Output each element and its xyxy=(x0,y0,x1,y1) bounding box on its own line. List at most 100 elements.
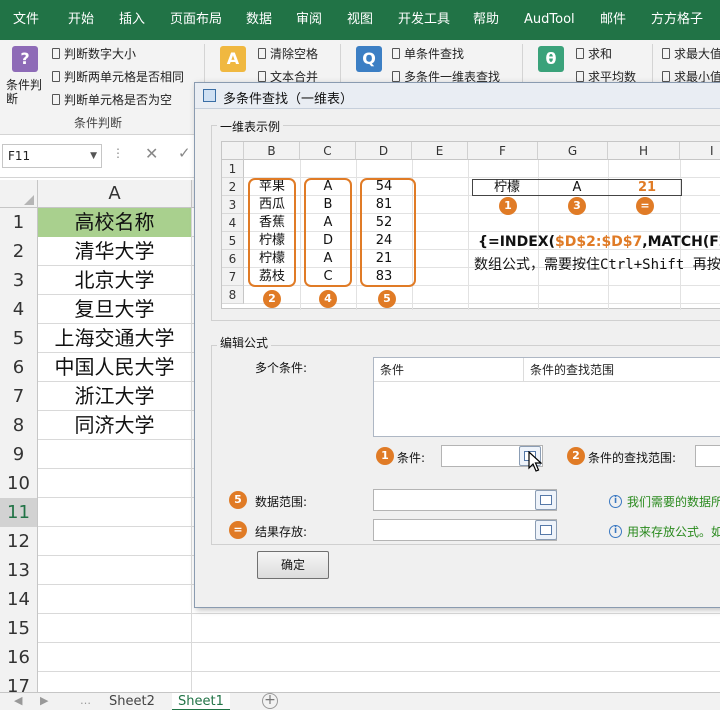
ribbon-item-judge-same[interactable]: 判断两单元格是否相同 xyxy=(52,68,184,85)
result-hint: 用来存放公式。如 xyxy=(627,525,720,539)
cell-a[interactable]: 清华大学 xyxy=(38,237,192,266)
mini-cell xyxy=(356,160,412,178)
tab-view[interactable]: 视图 xyxy=(347,0,373,40)
tab-audtool[interactable]: AudTool xyxy=(524,0,575,40)
cell-a[interactable]: 上海交通大学 xyxy=(38,324,192,353)
column-header-a[interactable]: A xyxy=(38,180,192,208)
condition-judge-icon[interactable]: ? xyxy=(12,46,38,72)
badge-5: 5 xyxy=(378,290,396,308)
list-header-range[interactable]: 条件的查找范围 xyxy=(524,358,720,382)
cell-a[interactable] xyxy=(38,614,192,643)
mini-col-header: C xyxy=(300,142,356,160)
tab-insert[interactable]: 插入 xyxy=(119,0,145,40)
row-header[interactable]: 14 xyxy=(0,585,38,614)
tab-mail[interactable]: 邮件 xyxy=(600,0,626,40)
app-icon xyxy=(203,89,216,102)
condition-label: 条件: xyxy=(397,451,426,465)
cell-a[interactable] xyxy=(38,527,192,556)
cell-a[interactable] xyxy=(38,469,192,498)
tab-developer[interactable]: 开发工具 xyxy=(398,0,450,40)
list-header-condition[interactable]: 条件 xyxy=(374,358,524,382)
cell-a[interactable] xyxy=(38,498,192,527)
ribbon-item-single-lookup[interactable]: 单条件查找 xyxy=(392,45,464,62)
tab-page-layout[interactable]: 页面布局 xyxy=(170,0,222,40)
row-header[interactable]: 8 xyxy=(0,411,38,440)
sheet-row: 16 xyxy=(0,643,720,672)
data-range-input[interactable] xyxy=(373,489,557,511)
row-header[interactable]: 15 xyxy=(0,614,38,643)
row-header[interactable]: 5 xyxy=(0,324,38,353)
conditions-listbox[interactable]: 条件 条件的查找范围 xyxy=(373,357,720,437)
range-picker-icon[interactable] xyxy=(535,520,557,540)
mini-row-header: 7 xyxy=(222,268,244,286)
file-icon xyxy=(52,94,60,105)
row-header[interactable]: 11 xyxy=(0,498,38,527)
cell-a[interactable]: 浙江大学 xyxy=(38,382,192,411)
header-cell[interactable]: 高校名称 xyxy=(38,208,192,237)
result-label: 结果存放: xyxy=(255,525,308,539)
row-header[interactable]: 9 xyxy=(0,440,38,469)
lookup-icon[interactable]: Q xyxy=(356,46,382,72)
ribbon-item-judge-empty[interactable]: 判断单元格是否为空 xyxy=(52,91,172,108)
ribbon-item-max[interactable]: 求最大值 xyxy=(662,45,720,62)
mini-col-header: F xyxy=(468,142,538,160)
mini-col-header: H xyxy=(608,142,680,160)
row-header[interactable]: 12 xyxy=(0,527,38,556)
cell-a[interactable] xyxy=(38,643,192,672)
tab-file[interactable]: 文件 xyxy=(13,0,39,40)
ok-button[interactable]: 确定 xyxy=(257,551,329,579)
result-input[interactable] xyxy=(373,519,557,541)
cancel-icon[interactable]: ✕ xyxy=(145,144,158,163)
tab-home[interactable]: 开始 xyxy=(68,0,94,40)
name-box[interactable]: F11 ▼ xyxy=(2,144,102,168)
row-header[interactable]: 7 xyxy=(0,382,38,411)
info-icon: i xyxy=(609,525,622,538)
ribbon-item-sum[interactable]: 求和 xyxy=(576,45,612,62)
confirm-icon[interactable]: ✓ xyxy=(178,144,191,162)
sheet-tab-sheet1[interactable]: Sheet1 xyxy=(172,693,230,710)
row-header[interactable]: 4 xyxy=(0,295,38,324)
cell-a[interactable]: 同济大学 xyxy=(38,411,192,440)
tab-data[interactable]: 数据 xyxy=(246,0,272,40)
row-header[interactable]: 1 xyxy=(0,208,38,237)
cell-a[interactable]: 北京大学 xyxy=(38,266,192,295)
more-sheets-icon[interactable]: … xyxy=(80,694,91,707)
cell-a[interactable]: 复旦大学 xyxy=(38,295,192,324)
tab-help[interactable]: 帮助 xyxy=(473,0,499,40)
ribbon-tab-bar: 文件 开始 插入 页面布局 数据 审阅 视图 开发工具 帮助 AudTool 邮… xyxy=(0,0,720,40)
mini-row-header: 3 xyxy=(222,196,244,214)
cell-a[interactable] xyxy=(38,585,192,614)
data-range-hint: 我们需要的数据所 xyxy=(627,495,720,509)
scroll-right-icon[interactable]: ▶ xyxy=(40,694,48,707)
add-sheet-button[interactable]: + xyxy=(262,693,278,709)
row-header[interactable]: 3 xyxy=(0,266,38,295)
lookup-result: 21 xyxy=(637,180,657,195)
range-picker-icon[interactable] xyxy=(535,490,557,510)
example-grid: B C D E F G H I 1 2 苹果 A 54 3 西瓜 B 81 4 香蕉 A 52 5 柠檬 D 2… xyxy=(221,141,720,310)
multi-conditions-label: 多个条件: xyxy=(255,361,308,375)
tab-fangfang[interactable]: 方方格子 xyxy=(651,0,703,40)
row-header[interactable]: 6 xyxy=(0,353,38,382)
badge-1: 1 xyxy=(499,197,517,215)
row-header[interactable]: 13 xyxy=(0,556,38,585)
lookup-range-input[interactable] xyxy=(695,445,720,467)
tab-review[interactable]: 审阅 xyxy=(296,0,322,40)
scroll-left-icon[interactable]: ◀ xyxy=(14,694,22,707)
cell-a[interactable] xyxy=(38,440,192,469)
cell-a[interactable]: 中国人民大学 xyxy=(38,353,192,382)
ribbon-item-clear-spaces[interactable]: 清除空格 xyxy=(258,45,318,62)
row-header[interactable]: 2 xyxy=(0,237,38,266)
cell-a[interactable] xyxy=(38,556,192,585)
sheet-row: 15 xyxy=(0,614,720,643)
text-tools-icon[interactable]: A xyxy=(220,46,246,72)
row-header[interactable]: 10 xyxy=(0,469,38,498)
condition-judge-button[interactable]: 条件判断 xyxy=(6,78,46,106)
theta-icon[interactable]: θ xyxy=(538,46,564,72)
sheet-tab-sheet2[interactable]: Sheet2 xyxy=(103,693,161,710)
file-icon xyxy=(52,48,60,59)
row-header[interactable]: 16 xyxy=(0,643,38,672)
mini-gridline xyxy=(468,160,469,310)
select-all-corner[interactable] xyxy=(0,180,38,208)
chevron-down-icon[interactable]: ▼ xyxy=(90,145,97,167)
ribbon-item-judge-number[interactable]: 判断数字大小 xyxy=(52,45,136,62)
